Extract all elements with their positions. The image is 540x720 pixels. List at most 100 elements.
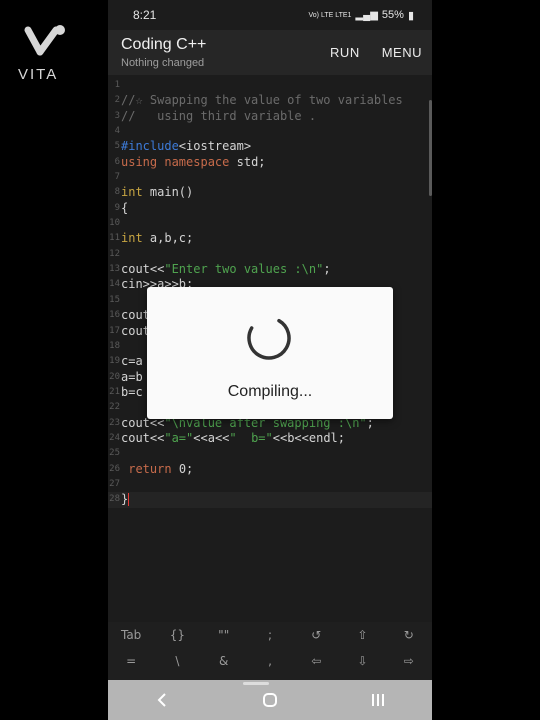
nav-back-button[interactable] xyxy=(147,685,177,715)
toolbar-key[interactable]: = xyxy=(113,654,149,668)
code-line[interactable]: 27 xyxy=(108,477,432,492)
compiling-dialog: Compiling... xyxy=(147,287,393,419)
code-line[interactable]: 25 xyxy=(108,446,432,461)
line-number: 8 xyxy=(114,187,120,198)
editor-scrollbar[interactable] xyxy=(429,100,432,196)
line-number: 17 xyxy=(109,325,120,336)
toolbar-key[interactable]: ⇦ xyxy=(298,654,334,668)
app-title-block: Coding C++ Nothing changed xyxy=(121,36,206,69)
line-number: 4 xyxy=(114,126,120,137)
code-token: int xyxy=(121,231,143,246)
line-number: 28 xyxy=(109,494,120,505)
nav-recents-button[interactable] xyxy=(363,685,393,715)
code-line[interactable]: 26 return 0; xyxy=(108,462,432,477)
code-text: a=b xyxy=(120,370,143,385)
symbol-toolbar: Tab {} ""; ↺ ⇧ ↻ = \ &, ⇦ ⇩ ⇨ xyxy=(108,622,432,680)
code-token: //☆ Swapping the value of two variables xyxy=(121,93,403,108)
code-line[interactable]: 11 int a,b,c; xyxy=(108,231,432,246)
code-line[interactable]: 2//☆ Swapping the value of two variables xyxy=(108,93,432,108)
code-line[interactable]: 24 cout<<"a="<<a<<" b="<<b<<endl; xyxy=(108,431,432,446)
code-token: 0; xyxy=(171,461,194,476)
line-number: 22 xyxy=(109,402,120,413)
code-token: <<a<< xyxy=(193,430,230,445)
toolbar-key[interactable]: ; xyxy=(252,628,288,642)
code-token: #include xyxy=(121,139,179,154)
code-text: cout<<"a="<<a<<" b="<<b<<endl; xyxy=(120,431,345,446)
app-title: Coding C++ xyxy=(121,36,207,53)
toolbar-key[interactable]: ⇩ xyxy=(345,654,381,668)
line-number: 26 xyxy=(109,463,120,474)
nav-home-button[interactable] xyxy=(255,685,285,715)
code-line[interactable]: 12 xyxy=(108,247,432,262)
code-token: b=c xyxy=(121,384,143,399)
line-number: 2 xyxy=(114,95,120,106)
code-text: int main() xyxy=(120,185,193,200)
code-text: using namespace std; xyxy=(120,155,266,170)
toolbar-key[interactable]: & xyxy=(206,654,242,668)
gesture-pill xyxy=(243,682,269,685)
toolbar-key[interactable]: {} xyxy=(159,628,195,642)
line-number: 23 xyxy=(109,417,120,428)
code-line[interactable]: 7 xyxy=(108,170,432,185)
code-token: using xyxy=(121,154,158,169)
code-token: "Enter two values :\n" xyxy=(164,262,324,277)
code-line[interactable]: 5 #include<iostream> xyxy=(108,139,432,154)
status-bar: 8:21 Vo) LTE LTE1 ▂▄▆ 55% ▮ xyxy=(108,0,432,30)
code-line[interactable]: 13 cout<<"Enter two values :\n"; xyxy=(108,262,432,277)
code-line[interactable]: 28} xyxy=(108,492,432,508)
toolbar-key[interactable]: ⇧ xyxy=(345,628,381,642)
line-number: 15 xyxy=(109,294,120,305)
code-token: { xyxy=(121,200,129,215)
code-token: ; xyxy=(323,262,331,277)
code-token: " b=" xyxy=(229,430,273,445)
vita-logo-icon xyxy=(24,25,65,56)
app-actions: RUN MENU xyxy=(330,45,422,60)
code-token: cout<< xyxy=(121,262,165,277)
code-token: cout xyxy=(121,323,150,338)
code-token: <iostream> xyxy=(178,139,252,154)
code-line[interactable]: 6 using namespace std; xyxy=(108,155,432,170)
code-token: int xyxy=(121,185,143,200)
line-number: 14 xyxy=(109,279,120,290)
code-text: cout<<"Enter two values :\n"; xyxy=(120,262,331,277)
home-icon xyxy=(263,693,277,707)
toolbar-key[interactable]: "" xyxy=(206,628,242,642)
signal-icon: ▂▄▆ xyxy=(355,9,378,21)
code-line[interactable]: 3// using third variable . xyxy=(108,109,432,124)
code-token: a=b xyxy=(121,369,143,384)
code-line[interactable]: 4 xyxy=(108,124,432,139)
code-line[interactable]: 10 xyxy=(108,216,432,231)
code-line[interactable]: 8 int main() xyxy=(108,185,432,200)
menu-button[interactable]: MENU xyxy=(382,45,422,60)
back-icon xyxy=(157,693,166,707)
status-time: 8:21 xyxy=(133,8,157,22)
code-line[interactable]: 9{ xyxy=(108,201,432,216)
code-line[interactable]: 1 xyxy=(108,78,432,93)
run-button[interactable]: RUN xyxy=(330,45,360,60)
code-text: { xyxy=(120,201,128,216)
dialog-message: Compiling... xyxy=(227,383,313,400)
code-token: namespace xyxy=(164,154,230,169)
line-number: 24 xyxy=(109,432,120,443)
toolbar-key[interactable]: ⇨ xyxy=(391,654,427,668)
battery-percent: 55% xyxy=(381,9,404,21)
toolbar-key[interactable]: Tab xyxy=(113,628,149,642)
code-text: int a,b,c; xyxy=(120,231,193,246)
code-token: <<b<<endl; xyxy=(272,430,345,445)
code-token: std; xyxy=(229,154,266,169)
code-token: main() xyxy=(142,185,194,200)
toolbar-row-2: = \ &, ⇦ ⇩ ⇨ xyxy=(108,648,432,674)
line-number: 1 xyxy=(114,80,120,90)
toolbar-key[interactable]: ↻ xyxy=(391,628,427,642)
code-token: cout<< xyxy=(121,430,165,445)
toolbar-key[interactable]: ↺ xyxy=(298,628,334,642)
toolbar-key[interactable]: \ xyxy=(159,654,195,668)
watermark-text: VITA xyxy=(18,66,59,83)
line-number: 16 xyxy=(109,310,120,321)
line-number: 13 xyxy=(109,264,120,275)
toolbar-key[interactable]: , xyxy=(252,654,288,668)
line-number: 6 xyxy=(114,156,120,167)
